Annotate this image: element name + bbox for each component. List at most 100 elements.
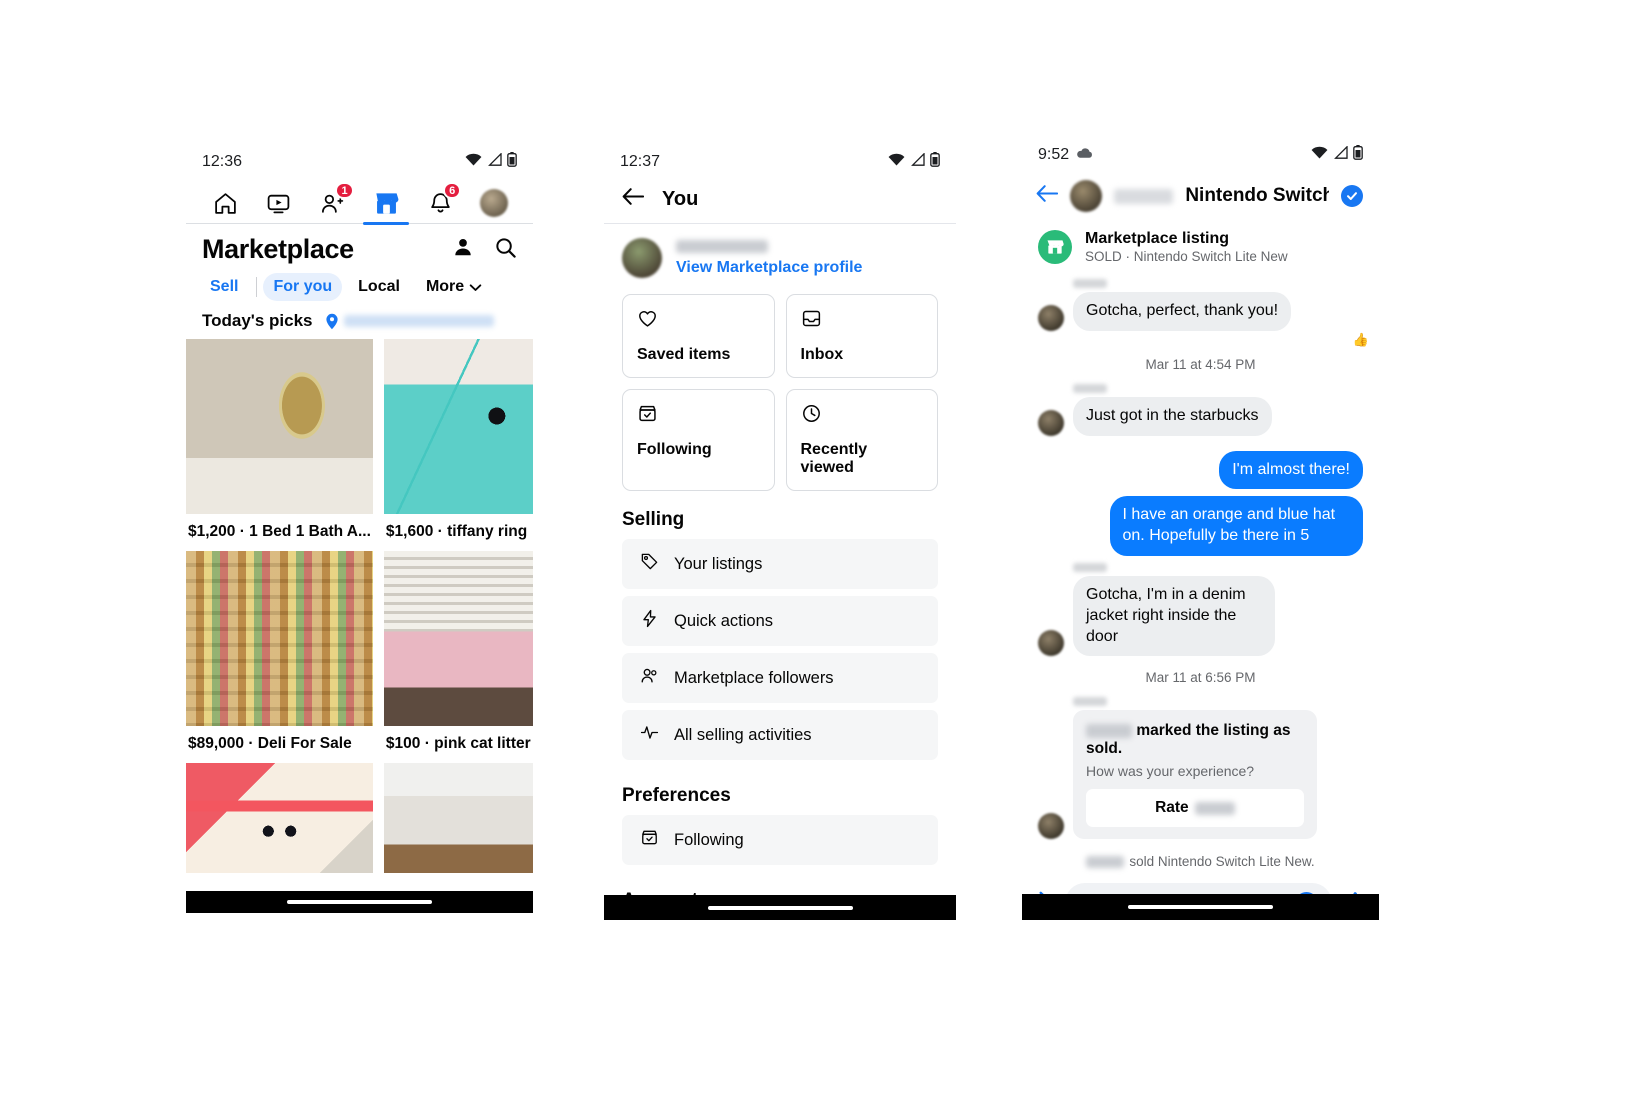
sidebar-item-home[interactable]	[202, 184, 248, 222]
battery-icon	[930, 152, 940, 172]
quick-action-inbox[interactable]: Inbox	[785, 294, 938, 378]
inbox-icon	[801, 308, 924, 334]
message-reaction[interactable]: 👍	[1022, 332, 1379, 348]
list-item[interactable]: $89,000 · Deli For Sale	[186, 551, 373, 763]
sold-notification-row: marked the listing as sold. How was your…	[1022, 708, 1379, 841]
listing-label: $1,200 · 1 Bed 1 Bath A...	[188, 523, 371, 540]
sender-name-redacted	[1073, 562, 1107, 572]
quick-action-saved-items[interactable]: Saved items	[622, 294, 775, 378]
marketplace-icon	[376, 192, 399, 214]
cloud-icon	[1076, 146, 1093, 164]
location-selector[interactable]	[325, 313, 494, 330]
sender-name-redacted	[1073, 697, 1107, 707]
menu-item-label: Your listings	[674, 554, 763, 573]
sidebar-item-profile[interactable]	[471, 184, 517, 222]
tab-more[interactable]: More	[416, 273, 492, 301]
listing-image	[186, 339, 373, 514]
tab-more-label: More	[425, 278, 465, 295]
sold-footer-text: sold Nintendo Switch Lite New.	[1129, 854, 1315, 870]
sold-footer: sold Nintendo Switch Lite New.	[1022, 844, 1379, 877]
avatar	[1038, 813, 1064, 840]
message-bubble[interactable]: I'm almost there!	[1219, 450, 1363, 490]
status-bar: 12:37	[604, 145, 956, 179]
tab-divider	[256, 277, 258, 297]
listing-label: $100 · pink cat litter bo...	[385, 735, 533, 752]
sold-headline: marked the listing as sold.	[1086, 722, 1304, 758]
rate-button[interactable]: Rate	[1086, 789, 1304, 828]
message-bubble[interactable]: Just got in the starbucks	[1073, 396, 1272, 436]
message-row-incoming: Gotcha, I'm in a denim jacket right insi…	[1022, 574, 1379, 658]
message-row-outgoing: I have an orange and blue hat on. Hopefu…	[1022, 494, 1379, 558]
marketplace-tabs: Sell For you Local More	[186, 269, 533, 309]
quick-action-label: Saved items	[637, 346, 731, 363]
listings-grid: $1,200 · 1 Bed 1 Bath A... $1,600 · tiff…	[186, 339, 533, 873]
seller-name-redacted	[1086, 855, 1125, 868]
battery-icon	[507, 152, 517, 172]
message-bubble[interactable]: Gotcha, perfect, thank you!	[1073, 292, 1292, 331]
listing-image	[383, 551, 533, 726]
sidebar-item-video[interactable]	[256, 184, 302, 222]
home-indicator[interactable]	[287, 900, 432, 904]
listing-label: $1,600 · tiffany ring	[385, 523, 528, 540]
menu-item-quick-actions[interactable]: Quick actions	[622, 596, 938, 646]
menu-item-preferences-following[interactable]: Following	[622, 815, 938, 865]
search-icon[interactable]	[494, 236, 517, 264]
phone-2-you-screen: 12:37 You View Marketplace profile Saved…	[604, 145, 956, 920]
message-row-outgoing: I'm almost there!	[1022, 449, 1379, 492]
rate-name-redacted	[1194, 801, 1235, 815]
message-row-incoming: Gotcha, perfect, thank you!	[1022, 290, 1379, 333]
home-icon	[214, 192, 236, 214]
list-item[interactable]: $1,200 · 1 Bed 1 Bath A...	[186, 339, 373, 551]
message-timestamp: Mar 11 at 6:56 PM	[1145, 670, 1256, 686]
sidebar-item-notifications[interactable]: 6	[417, 182, 463, 222]
quick-action-label: Following	[637, 441, 712, 458]
activity-pulse-icon	[640, 723, 659, 747]
listing-label: $89,000 · Deli For Sale	[188, 735, 352, 752]
home-indicator[interactable]	[707, 905, 853, 910]
active-tab-underline	[363, 222, 410, 225]
chat-header: Nintendo Switch...	[1022, 172, 1379, 222]
list-item[interactable]	[383, 763, 533, 873]
following-box-icon	[640, 828, 659, 852]
back-arrow-icon[interactable]	[622, 187, 645, 211]
back-arrow-icon[interactable]	[1036, 184, 1059, 208]
wifi-icon	[888, 153, 905, 171]
list-item[interactable]	[186, 763, 373, 873]
contact-name-redacted	[1114, 188, 1174, 204]
quick-action-label: Inbox	[800, 346, 844, 363]
tab-local[interactable]: Local	[348, 273, 410, 301]
menu-item-marketplace-followers[interactable]: Marketplace followers	[622, 653, 938, 703]
message-timestamp: Mar 11 at 4:54 PM	[1145, 356, 1256, 372]
list-item[interactable]: $1,600 · tiffany ring	[383, 339, 533, 551]
home-indicator[interactable]	[1128, 905, 1273, 909]
view-marketplace-profile-link[interactable]: View Marketplace profile	[676, 259, 862, 277]
menu-item-all-selling-activities[interactable]: All selling activities	[622, 710, 938, 760]
location-text-redacted	[343, 315, 494, 327]
friends-badge: 1	[335, 182, 354, 199]
message-bubble[interactable]: I have an orange and blue hat on. Hopefu…	[1109, 496, 1363, 556]
list-item[interactable]: $100 · pink cat litter bo...	[383, 551, 533, 763]
quick-actions-grid: Saved items Inbox Following Recently vie…	[604, 288, 956, 491]
sidebar-item-marketplace[interactable]	[363, 184, 410, 225]
tab-sell[interactable]: Sell	[200, 273, 250, 301]
person-icon[interactable]	[452, 236, 474, 263]
avatar	[1038, 304, 1064, 331]
signal-icon	[910, 152, 925, 171]
sold-card: marked the listing as sold. How was your…	[1073, 710, 1317, 840]
menu-item-your-listings[interactable]: Your listings	[622, 539, 938, 589]
profile-summary[interactable]: View Marketplace profile	[604, 224, 956, 288]
menu-item-label: Following	[674, 830, 744, 849]
system-navigation-bar	[604, 895, 956, 920]
listing-image	[186, 551, 373, 726]
system-navigation-bar	[1022, 894, 1379, 920]
avatar[interactable]	[1070, 180, 1102, 212]
listing-title: Marketplace listing	[1085, 230, 1230, 247]
sidebar-item-friends[interactable]: 1	[310, 182, 356, 222]
quick-action-recently-viewed[interactable]: Recently viewed	[785, 389, 938, 491]
phone-1-marketplace: 12:36 1 6 Marketplace Sell For you Local…	[186, 145, 533, 913]
tab-for-you[interactable]: For you	[263, 273, 343, 301]
quick-action-following[interactable]: Following	[622, 389, 775, 491]
picks-title: Today's picks	[202, 311, 313, 330]
message-bubble[interactable]: Gotcha, I'm in a denim jacket right insi…	[1073, 575, 1275, 657]
listing-banner[interactable]: Marketplace listing SOLD · Nintendo Swit…	[1022, 222, 1379, 274]
